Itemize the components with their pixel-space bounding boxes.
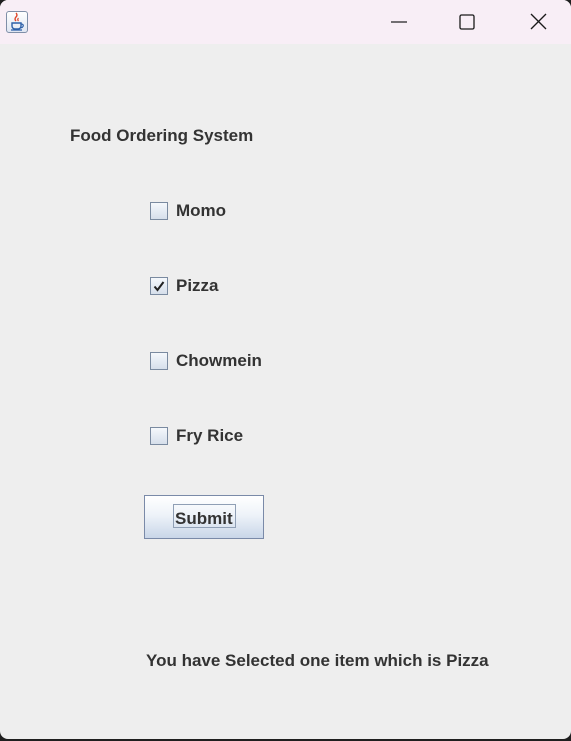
close-button[interactable] [508, 0, 568, 44]
java-cup-icon[interactable] [6, 11, 28, 33]
minimize-icon [391, 21, 407, 23]
result-message: You have Selected one item which is Pizz… [146, 651, 489, 670]
checkmark-icon [153, 281, 165, 292]
checkbox-label[interactable]: Fry Rice [176, 426, 243, 446]
maximize-icon [459, 14, 475, 30]
submit-label: Submit [175, 509, 233, 528]
checkbox-box[interactable] [150, 202, 168, 220]
checkbox-box[interactable] [150, 277, 168, 295]
maximize-button[interactable] [437, 0, 497, 44]
checkbox-label[interactable]: Pizza [176, 276, 219, 296]
app-window: Food Ordering System Momo Pizza Chowmein… [0, 0, 571, 739]
checkbox-box[interactable] [150, 427, 168, 445]
checkbox-label[interactable]: Momo [176, 201, 226, 221]
submit-button[interactable]: Submit [144, 495, 264, 539]
close-icon [530, 13, 547, 30]
checkbox-label[interactable]: Chowmein [176, 351, 262, 371]
page-title: Food Ordering System [70, 126, 254, 145]
checkbox-box[interactable] [150, 352, 168, 370]
title-bar[interactable] [0, 0, 571, 44]
minimize-button[interactable] [369, 0, 429, 44]
